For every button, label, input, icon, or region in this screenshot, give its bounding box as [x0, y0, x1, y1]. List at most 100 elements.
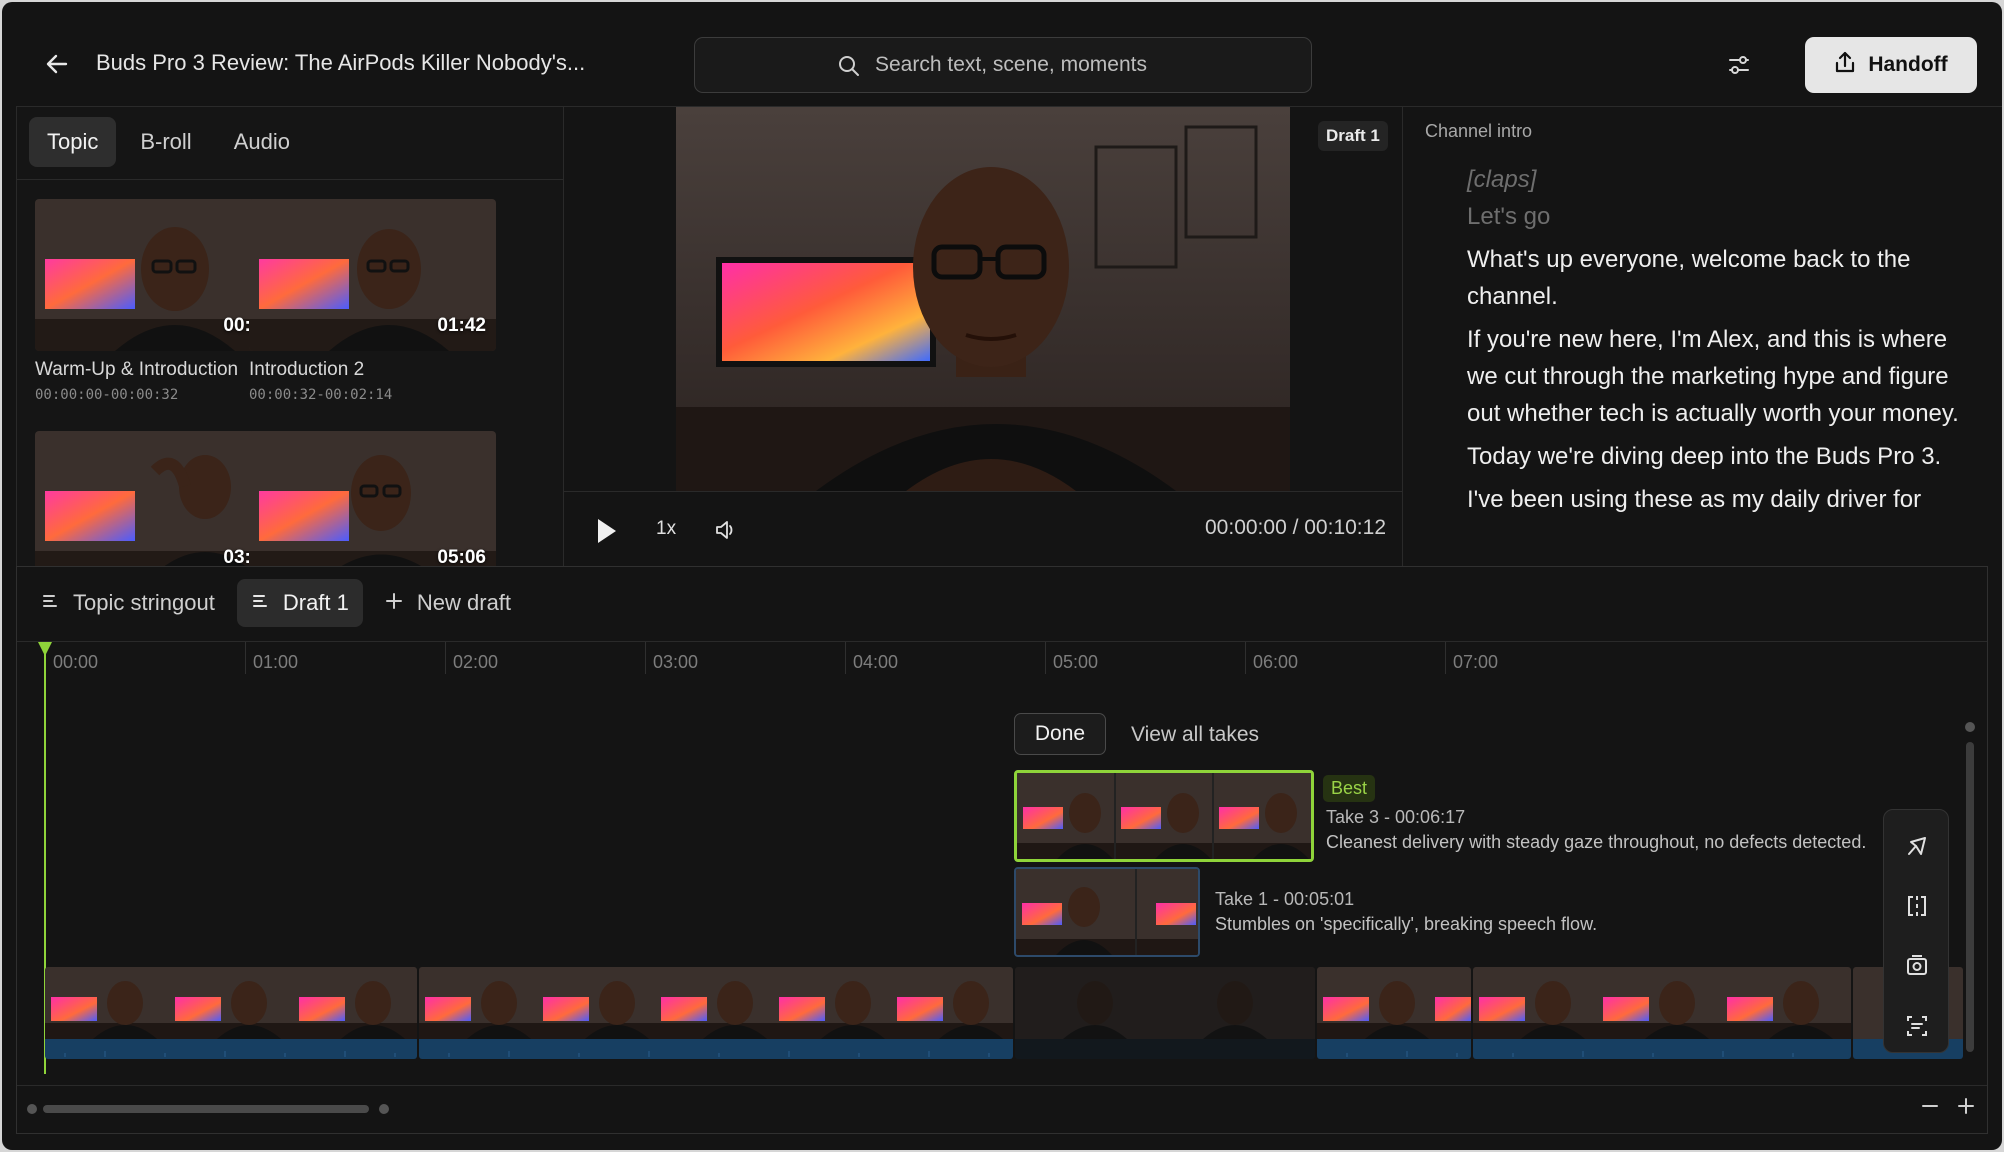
timeline-clip[interactable]: [1473, 967, 1851, 1059]
done-button[interactable]: Done: [1014, 713, 1106, 755]
tab-label: Topic stringout: [73, 590, 215, 615]
draft-badge: Draft 1: [1318, 121, 1388, 151]
clip-thumbnail: 01:42: [249, 199, 496, 351]
edit-tools-panel: [1883, 809, 1949, 1053]
tab-topic[interactable]: Topic: [29, 117, 117, 167]
clip-thumbnail-image: [249, 431, 496, 566]
playhead-handle[interactable]: [38, 642, 52, 656]
transcript-paragraph[interactable]: What's up everyone, welcome back to the …: [1467, 241, 1977, 315]
header: Buds Pro 3 Review: The AirPods Killer No…: [2, 2, 2002, 106]
timeline-clip[interactable]: [45, 967, 417, 1059]
ruler-label: 00:00: [53, 652, 99, 672]
captions-icon[interactable]: [1903, 1012, 1931, 1040]
back-arrow-icon[interactable]: [40, 47, 74, 81]
transcript-paragraph[interactable]: If you're new here, I'm Alex, and this i…: [1467, 321, 1977, 432]
scroll-thumb[interactable]: [43, 1105, 369, 1113]
search-bar[interactable]: [694, 37, 1312, 93]
project-title: Buds Pro 3 Review: The AirPods Killer No…: [96, 50, 586, 75]
scroll-left-dot: [27, 1104, 37, 1114]
timeline-clip-placeholder[interactable]: [1015, 967, 1315, 1059]
clip-name: Introduction 2: [249, 359, 365, 380]
ruler-label: 03:00: [653, 652, 699, 672]
clip-filmstrip: [1317, 967, 1471, 1059]
clip-thumbnail: 05:06: [249, 431, 496, 566]
horizontal-scrollbar[interactable]: [27, 1103, 407, 1115]
volume-icon[interactable]: [714, 518, 738, 542]
share-upload-icon: [1834, 50, 1856, 80]
transcript-paragraph[interactable]: I've been using these as my daily driver…: [1467, 481, 1977, 518]
handoff-button[interactable]: Handoff: [1805, 37, 1977, 93]
take-description: Cleanest delivery with steady gaze throu…: [1326, 832, 1867, 852]
timeline-clip[interactable]: [419, 967, 1013, 1059]
transcript-sound-tag[interactable]: [claps]: [1467, 161, 1977, 198]
take-frames: [1017, 773, 1311, 859]
zoom-in-icon[interactable]: [1955, 1095, 1977, 1117]
clip-thumbnail: 00:32: [35, 199, 282, 351]
tab-audio[interactable]: Audio: [216, 117, 308, 167]
video-preview: Draft 1 1x 00:00:00 / 00:10:12: [564, 106, 1402, 566]
list-icon: [251, 590, 269, 616]
take-title: Take 3 - 00:06:17: [1326, 807, 1466, 827]
vertical-scrollbar[interactable]: [1965, 722, 1975, 1062]
topic-clip-card[interactable]: 01:42 Introduction 2 00:00:32-00:02:14: [249, 199, 496, 403]
ruler-tick: [845, 642, 846, 674]
zoom-out-icon[interactable]: [1919, 1095, 1941, 1117]
clip-thumbnail-image: [35, 431, 282, 566]
ruler-label: 05:00: [1053, 652, 1099, 672]
timeline-clip[interactable]: [1317, 967, 1471, 1059]
best-badge: Best: [1323, 775, 1376, 802]
transcript-line-muted[interactable]: Let's go: [1467, 198, 1977, 235]
video-frame[interactable]: [676, 107, 1290, 491]
list-icon: [41, 590, 59, 616]
take-thumbnail[interactable]: [1014, 867, 1200, 957]
media-panel: Topic B-roll Audio 00:32 Warm-Up & Intro…: [16, 106, 564, 566]
select-pointer-icon[interactable]: [1903, 832, 1931, 860]
clip-filmstrip: [1015, 967, 1315, 1059]
clip-duration: 01:42: [437, 315, 486, 336]
topic-clip-card[interactable]: 00:32 Warm-Up & Introduction 00:00:00-00…: [35, 199, 282, 403]
timeline-panel: Topic stringout Draft 1 New draft 00:00 …: [16, 566, 1988, 1134]
take-title: Take 1 - 00:05:01: [1215, 889, 1355, 909]
app-window: Buds Pro 3 Review: The AirPods Killer No…: [2, 2, 2002, 1150]
ruler-tick: [645, 642, 646, 674]
ruler-label: 01:00: [253, 652, 299, 672]
playback-time: 00:00:00 / 00:10:12: [1205, 516, 1386, 539]
new-draft-button[interactable]: New draft: [371, 579, 525, 627]
media-tabs: Topic B-roll Audio: [29, 117, 308, 167]
view-all-takes-link[interactable]: View all takes: [1131, 723, 1259, 747]
play-icon[interactable]: [594, 516, 620, 546]
filter-sliders-icon[interactable]: [1724, 50, 1754, 80]
clip-duration: 05:06: [437, 547, 486, 566]
topic-clip-card[interactable]: 03:57: [35, 431, 282, 566]
tab-topic-stringout[interactable]: Topic stringout: [27, 579, 229, 627]
playback-speed[interactable]: 1x: [656, 518, 676, 540]
scroll-right-dot: [379, 1104, 389, 1114]
timeline-bottom-divider: [17, 1085, 1987, 1086]
search-input[interactable]: [875, 50, 1295, 80]
ruler-tick: [1245, 642, 1246, 674]
ruler-label: 02:00: [453, 652, 499, 672]
playback-controls: 1x 00:00:00 / 00:10:12: [564, 491, 1402, 567]
split-clip-icon[interactable]: [1903, 892, 1931, 920]
tab-draft-1[interactable]: Draft 1: [236, 579, 363, 627]
topic-clip-card[interactable]: 05:06: [249, 431, 496, 566]
transcript-body: [claps] Let's go What's up everyone, wel…: [1467, 161, 1977, 518]
clip-filmstrip: [45, 967, 417, 1059]
transcript-paragraph[interactable]: Today we're diving deep into the Buds Pr…: [1467, 438, 1977, 475]
plus-icon: [385, 590, 403, 616]
take-thumbnail-best[interactable]: [1014, 770, 1314, 862]
tab-broll[interactable]: B-roll: [122, 117, 209, 167]
tabs-divider: [17, 179, 563, 180]
timeline-tabs: Topic stringout Draft 1 New draft: [27, 579, 525, 627]
time-ruler[interactable]: 00:00 01:00 02:00 03:00 04:00 05:00 06:0…: [17, 642, 1987, 682]
take-description: Stumbles on 'specifically', breaking spe…: [1215, 914, 1598, 934]
transcript-section-title: Channel intro: [1425, 121, 1533, 141]
ruler-tick: [1045, 642, 1046, 674]
scroll-thumb[interactable]: [1966, 742, 1974, 1052]
replace-take-icon[interactable]: [1903, 952, 1931, 980]
tab-label: Draft 1: [282, 590, 349, 615]
take-frames: [1016, 869, 1198, 955]
ruler-tick: [1445, 642, 1446, 674]
clip-name: Warm-Up & Introduction: [35, 359, 239, 380]
video-frame-image: [676, 107, 1290, 491]
